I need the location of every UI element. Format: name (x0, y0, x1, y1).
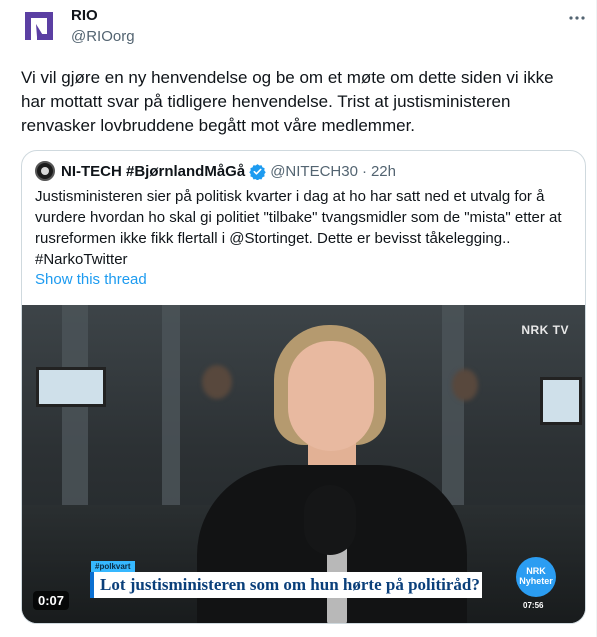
person-face (288, 341, 374, 451)
separator-dot: · (361, 162, 367, 180)
more-icon[interactable] (562, 6, 592, 30)
background-pillar (62, 305, 88, 515)
background-pillar (442, 305, 464, 515)
background-monitor (36, 367, 106, 407)
video-hashtag: #polkvart (91, 561, 135, 572)
tweet[interactable]: RIO @RIOorg Vi vil gjøre en ny henvendel… (0, 0, 597, 637)
author-block: RIO @RIOorg (71, 7, 135, 46)
quoted-author-avatar[interactable] (35, 161, 55, 181)
background-monitor (540, 377, 582, 425)
video-duration: 0:07 (33, 591, 70, 610)
quoted-tweet-header: NI-TECH #BjørnlandMåGå @NITECH30 · 22h (35, 161, 396, 181)
tweet-text: Vi vil gjøre en ny henvendelse og be om … (21, 68, 554, 135)
quoted-author-name[interactable]: NI-TECH #BjørnlandMåGå (61, 163, 245, 180)
quoted-tweet[interactable]: NI-TECH #BjørnlandMåGå @NITECH30 · 22h J… (21, 150, 586, 624)
verified-badge-icon (249, 163, 266, 180)
video-headline: Lot justisministeren som om hun hørte på… (90, 572, 482, 598)
quoted-tweet-time[interactable]: 22h (371, 163, 396, 180)
show-thread-link[interactable]: Show this thread (35, 271, 147, 288)
background-pillar (162, 305, 180, 515)
quoted-tweet-text: Justisministeren sier på politisk kvarte… (35, 188, 562, 268)
nrk-tv-watermark: NRK TV (521, 323, 569, 337)
background-person (202, 365, 232, 399)
author-avatar[interactable] (22, 9, 56, 43)
microphone-icon (304, 485, 356, 555)
broadcast-time: 07:56 (523, 601, 544, 610)
author-handle[interactable]: @RIOorg (71, 28, 135, 46)
nrk-nyheter-logo: NRK Nyheter (516, 557, 556, 597)
quoted-author-handle[interactable]: @NITECH30 (270, 163, 358, 180)
background-person (452, 369, 478, 401)
video-player[interactable]: NRK TV #polkvart Lot justisministeren so… (22, 305, 585, 623)
author-name[interactable]: RIO (71, 7, 135, 25)
rio-logo-icon (25, 12, 53, 40)
